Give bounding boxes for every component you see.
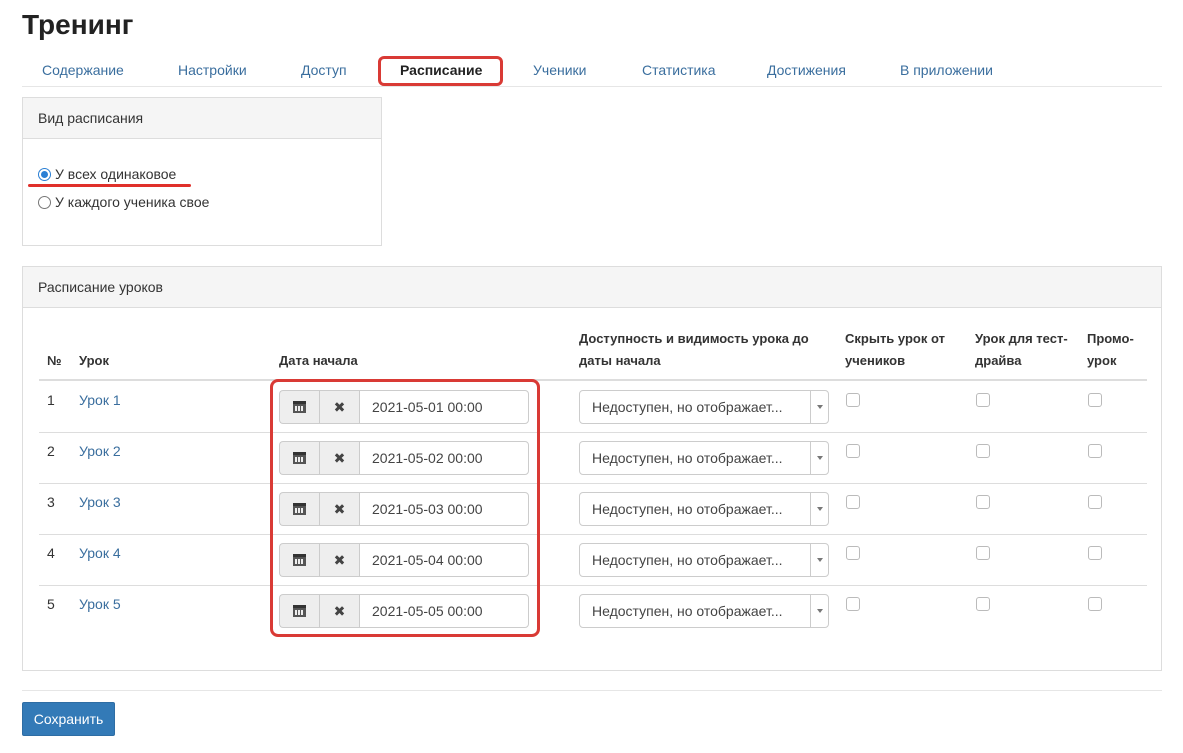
test-drive-checkbox[interactable] bbox=[976, 393, 990, 407]
test-drive-checkbox[interactable] bbox=[976, 444, 990, 458]
promo-checkbox[interactable] bbox=[1088, 546, 1102, 560]
availability-value: Недоступен, но отображает... bbox=[592, 501, 783, 517]
footer-divider bbox=[22, 690, 1162, 691]
availability-select[interactable]: Недоступен, но отображает... bbox=[579, 441, 829, 475]
col-test-line2: драйва bbox=[975, 353, 1022, 368]
tab-schedule[interactable]: Расписание bbox=[380, 54, 502, 86]
page-title: Тренинг bbox=[22, 9, 134, 40]
lesson-link[interactable]: Урок 2 bbox=[79, 442, 121, 460]
tab-in-app[interactable]: В приложении bbox=[880, 54, 1013, 86]
chevron-down-icon bbox=[810, 493, 828, 525]
tab-students[interactable]: Ученики bbox=[513, 54, 606, 86]
tab-achievements[interactable]: Достижения bbox=[747, 54, 866, 86]
col-hide: Скрыть урок от учеников bbox=[845, 328, 945, 372]
availability-select[interactable]: Недоступен, но отображает... bbox=[579, 594, 829, 628]
highlight-underline bbox=[28, 184, 191, 187]
promo-checkbox[interactable] bbox=[1088, 444, 1102, 458]
col-num: № bbox=[47, 353, 62, 368]
lesson-link[interactable]: Урок 4 bbox=[79, 544, 121, 562]
col-promo-line1: Промо- bbox=[1087, 331, 1134, 346]
availability-value: Недоступен, но отображает... bbox=[592, 552, 783, 568]
row-num: 2 bbox=[47, 443, 55, 459]
radio-same-for-all-label: У всех одинаковое bbox=[55, 166, 177, 182]
col-promo-line2: урок bbox=[1087, 353, 1117, 368]
col-availability: Доступность и видимость урока до даты на… bbox=[579, 328, 809, 372]
availability-value: Недоступен, но отображает... bbox=[592, 399, 783, 415]
col-promo: Промо- урок bbox=[1087, 328, 1134, 372]
chevron-down-icon bbox=[810, 595, 828, 627]
lesson-link[interactable]: Урок 3 bbox=[79, 493, 121, 511]
row-divider bbox=[39, 483, 1147, 484]
lesson-link[interactable]: Урок 5 bbox=[79, 595, 121, 613]
radio-individual[interactable]: У каждого ученика свое bbox=[38, 194, 209, 210]
schedule-type-title: Вид расписания bbox=[23, 98, 381, 139]
radio-same-for-all[interactable]: У всех одинаковое bbox=[38, 166, 176, 182]
chevron-down-icon bbox=[810, 544, 828, 576]
promo-checkbox[interactable] bbox=[1088, 597, 1102, 611]
row-num: 4 bbox=[47, 545, 55, 561]
test-drive-checkbox[interactable] bbox=[976, 546, 990, 560]
schedule-type-panel: Вид расписания У всех одинаковое У каждо… bbox=[22, 97, 382, 246]
lessons-schedule-panel: Расписание уроков № Урок Дата начала Дос… bbox=[22, 266, 1162, 671]
col-hide-line1: Скрыть урок от bbox=[845, 331, 945, 346]
row-divider bbox=[39, 585, 1147, 586]
col-availability-line2: даты начала bbox=[579, 353, 661, 368]
table-header-divider bbox=[39, 379, 1147, 381]
promo-checkbox[interactable] bbox=[1088, 393, 1102, 407]
col-test-line1: Урок для тест- bbox=[975, 331, 1068, 346]
tabs-nav: Содержание Настройки Доступ Расписание У… bbox=[22, 54, 1162, 87]
chevron-down-icon bbox=[810, 391, 828, 423]
date-column-highlight bbox=[270, 379, 540, 637]
test-drive-checkbox[interactable] bbox=[976, 597, 990, 611]
availability-value: Недоступен, но отображает... bbox=[592, 450, 783, 466]
col-test-drive: Урок для тест- драйва bbox=[975, 328, 1068, 372]
hide-checkbox[interactable] bbox=[846, 597, 860, 611]
availability-select[interactable]: Недоступен, но отображает... bbox=[579, 492, 829, 526]
col-start-date: Дата начала bbox=[279, 353, 358, 368]
lesson-link[interactable]: Урок 1 bbox=[79, 391, 121, 409]
row-num: 3 bbox=[47, 494, 55, 510]
tab-content[interactable]: Содержание bbox=[22, 54, 144, 86]
radio-checked-icon[interactable] bbox=[38, 167, 51, 181]
test-drive-checkbox[interactable] bbox=[976, 495, 990, 509]
hide-checkbox[interactable] bbox=[846, 495, 860, 509]
row-divider bbox=[39, 534, 1147, 535]
col-lesson: Урок bbox=[79, 353, 109, 368]
promo-checkbox[interactable] bbox=[1088, 495, 1102, 509]
col-availability-line1: Доступность и видимость урока до bbox=[579, 331, 809, 346]
tab-statistics[interactable]: Статистика bbox=[622, 54, 736, 86]
col-hide-line2: учеников bbox=[845, 353, 906, 368]
availability-select[interactable]: Недоступен, но отображает... bbox=[579, 543, 829, 577]
tab-access[interactable]: Доступ bbox=[281, 54, 367, 86]
row-divider bbox=[39, 432, 1147, 433]
hide-checkbox[interactable] bbox=[846, 393, 860, 407]
availability-select[interactable]: Недоступен, но отображает... bbox=[579, 390, 829, 424]
radio-unchecked-icon[interactable] bbox=[38, 195, 51, 209]
lessons-schedule-title: Расписание уроков bbox=[23, 267, 1161, 308]
row-num: 5 bbox=[47, 596, 55, 612]
save-button[interactable]: Сохранить bbox=[22, 702, 115, 736]
row-num: 1 bbox=[47, 392, 55, 408]
tab-settings[interactable]: Настройки bbox=[158, 54, 267, 86]
hide-checkbox[interactable] bbox=[846, 546, 860, 560]
hide-checkbox[interactable] bbox=[846, 444, 860, 458]
availability-value: Недоступен, но отображает... bbox=[592, 603, 783, 619]
radio-individual-label: У каждого ученика свое bbox=[55, 194, 210, 210]
chevron-down-icon bbox=[810, 442, 828, 474]
